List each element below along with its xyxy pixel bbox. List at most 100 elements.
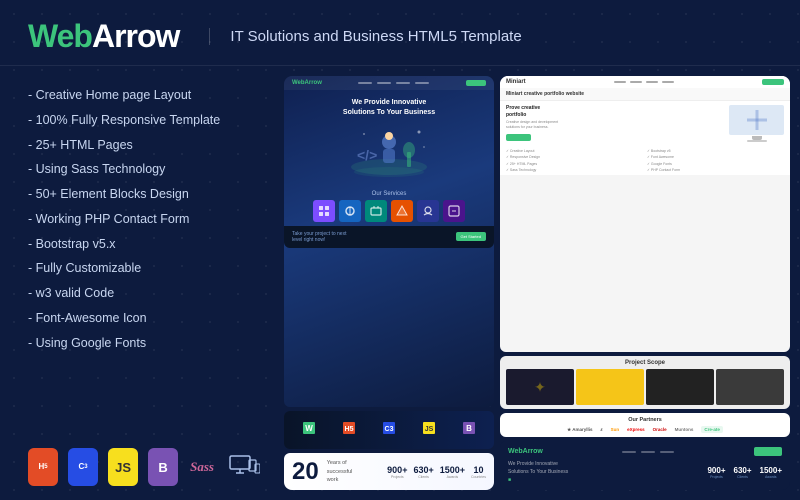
html5-badge: H 5 (28, 448, 58, 486)
css3-badge: C 3 (68, 448, 98, 486)
dark-bottom-content: We Provide InnovativeSolutions To Your B… (508, 460, 782, 484)
bottom-stat: 1500+ Awards (760, 466, 782, 479)
partners-row: ★ Amaryllis ε Sun eXpress Oracle Muntons… (506, 426, 784, 433)
stat-item: 630+ Clients (413, 465, 433, 479)
bottom-stat: 630+ Clients (734, 466, 752, 479)
mock-nav-link (396, 82, 410, 84)
mock-hero-section: We Provide InnovativeSolutions To Your B… (284, 90, 494, 187)
svg-text:H5: H5 (345, 426, 354, 433)
dark-bottom-link (622, 451, 636, 453)
list-item: - 50+ Element Blocks Design (28, 185, 260, 204)
light-feature-list: ✓ Creative Layout ✓ Responsive Design ✓ … (506, 148, 643, 173)
project-scope-title: Project Scope (506, 360, 784, 366)
features-column: - Creative Home page Layout - 100% Fully… (0, 66, 280, 500)
light-hero-heading: Prove creativeportfolio (506, 105, 725, 118)
service-box (365, 200, 387, 222)
light-nav-link (630, 81, 642, 83)
dark-bottom-logo: WebArrow (508, 448, 543, 455)
light-hero-text: Prove creativeportfolio Creative design … (506, 105, 725, 142)
list-item: - Bootstrap v5.x (28, 235, 260, 254)
light-hero-button (506, 134, 531, 141)
svg-text:JS: JS (425, 426, 434, 433)
mock-service-icons (292, 200, 486, 222)
scope-item: ✦ (506, 369, 574, 405)
dark-bottom-section: WebArrow We Provide InnovativeSolutions … (500, 441, 790, 490)
partners-title: Our Partners (506, 417, 784, 423)
dark-bottom-link (660, 451, 674, 453)
logo-arrow: Arrow (92, 18, 179, 54)
light-title-bar: Miniart creative portfolio website (500, 88, 790, 101)
light-features-row: ✓ Creative Layout ✓ Responsive Design ✓ … (500, 146, 790, 175)
svg-text:</>: </> (357, 147, 377, 163)
light-monitor (729, 105, 784, 142)
stat-item: 1500+ Awards (440, 465, 465, 479)
bottom-stat: 900+ Projects (707, 466, 725, 479)
partners-section: Our Partners ★ Amaryllis ε Sun eXpress O… (500, 413, 790, 437)
strip-tech-icon: JS (422, 421, 436, 440)
mock-nav-link (377, 82, 391, 84)
strip-tech-icon: C3 (382, 421, 396, 440)
scope-grid: ✦ (506, 369, 784, 405)
dark-site-mockup: WebArrow We Provide InnovativeSolutions … (284, 76, 494, 407)
light-hero-body: Creative design and developmentsolutions… (506, 120, 725, 130)
dark-bottom-text: We Provide InnovativeSolutions To Your B… (508, 460, 697, 484)
light-site-title: Miniart creative portfolio website (506, 91, 784, 97)
partner-logo: Muntons (675, 427, 694, 432)
scope-item (576, 369, 644, 405)
light-nav-button (762, 79, 784, 85)
light-nav-links (614, 81, 674, 83)
strip-tech-icon: W (302, 421, 316, 440)
mock-nav-link (358, 82, 372, 84)
mock-hero-title: We Provide InnovativeSolutions To Your B… (294, 98, 484, 118)
mock-cta-button: Get Started (456, 232, 486, 241)
bootstrap-badge: B (148, 448, 178, 486)
tech-icons-row: H 5 C 3 JS B Sass (28, 448, 260, 490)
light-nav-link (646, 81, 658, 83)
svg-text:C3: C3 (385, 426, 394, 433)
svg-text:W: W (305, 424, 313, 433)
stat-item: 10 Countries (471, 465, 486, 479)
hero-illustration: </> (349, 122, 429, 177)
list-item: - Creative Home page Layout (28, 86, 260, 105)
mock-cta-text: Take your project to nextlevel right now… (292, 231, 346, 243)
service-box (391, 200, 413, 222)
monitor-base (747, 140, 767, 142)
years-strip: 20 Years ofsuccessfulwork 900+ Projects … (284, 453, 494, 490)
mock-navbar: WebArrow (284, 76, 494, 90)
device-icon (226, 449, 260, 485)
partner-logo: ε (600, 427, 602, 432)
stat-item: 900+ Projects (387, 465, 407, 479)
logo-web: Web (28, 18, 92, 54)
partner-logo: ★ Amaryllis (567, 427, 592, 433)
light-nav: Miniart (500, 76, 790, 88)
strip-tech-icon: H5 (342, 421, 356, 440)
dark-bottom-nav: WebArrow (508, 447, 782, 456)
scope-item (646, 369, 714, 405)
years-label: Years ofsuccessfulwork (327, 459, 353, 484)
service-box (443, 200, 465, 222)
mock-nav-links (358, 82, 429, 84)
project-scope-section: Project Scope ✦ (500, 356, 790, 409)
list-item: - Fully Customizable (28, 259, 260, 278)
list-item: - w3 valid Code (28, 284, 260, 303)
dark-bottom-link (641, 451, 655, 453)
page-container: WebArrow IT Solutions and Business HTML5… (0, 0, 800, 500)
service-box (339, 200, 361, 222)
dark-bottom-button (754, 447, 782, 456)
logo: WebArrow (28, 18, 179, 55)
dark-strip: W H5 C3 JS B (284, 411, 494, 449)
mock-services-section: Our Services (284, 187, 494, 226)
years-stats: 900+ Projects 630+ Clients 1500+ Awards (360, 465, 486, 479)
js-badge: JS (108, 448, 138, 486)
dark-bottom-stats: 900+ Projects 630+ Clients 1500+ Awards (707, 466, 782, 479)
list-item: - 25+ HTML Pages (28, 136, 260, 155)
dark-preview: WebArrow We Provide InnovativeSolutions … (284, 76, 494, 490)
partner-logo: eXpress (627, 427, 645, 432)
partner-logo: Sun (611, 427, 620, 432)
partner-logo: Oracle (653, 427, 667, 432)
mock-nav-link (415, 82, 429, 84)
service-box (417, 200, 439, 222)
dark-bottom-links (622, 451, 674, 453)
tagline: IT Solutions and Business HTML5 Template (209, 28, 521, 45)
features-list: - Creative Home page Layout - 100% Fully… (28, 86, 260, 352)
